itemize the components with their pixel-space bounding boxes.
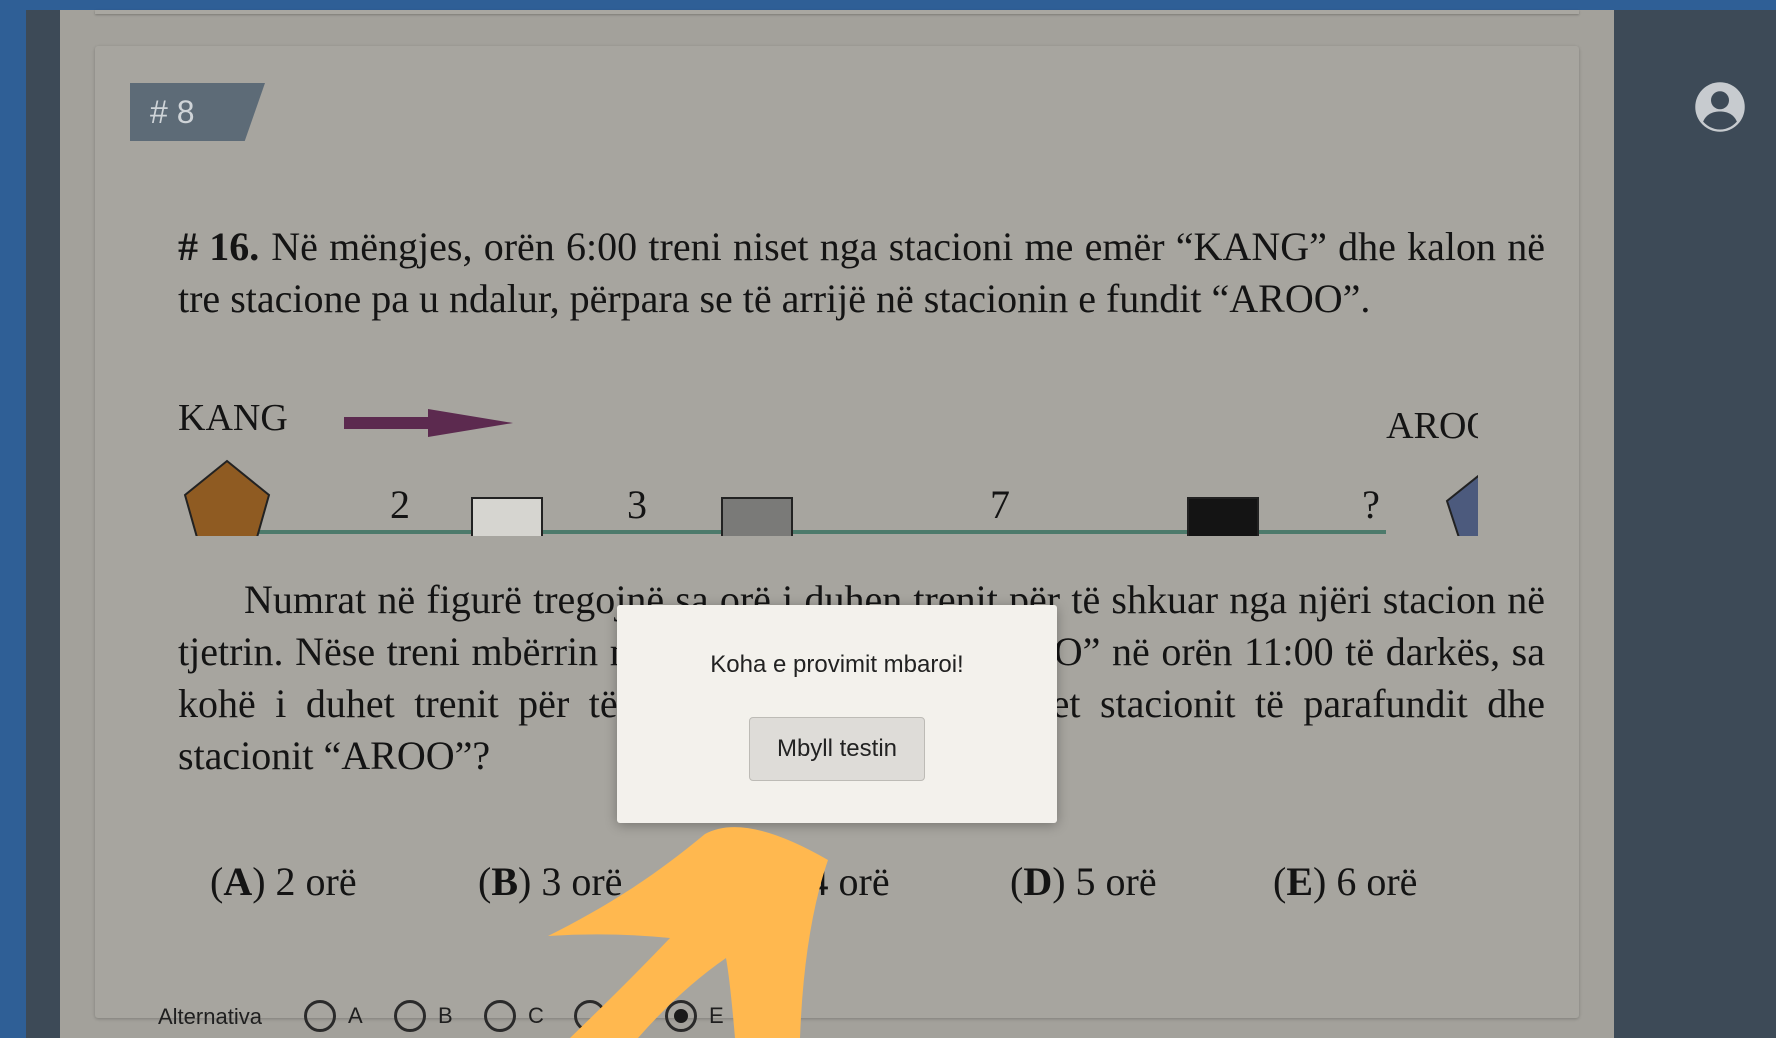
direction-arrow xyxy=(344,409,513,437)
segment-label: 2 xyxy=(390,482,410,527)
answer-selector-label: Alternativa xyxy=(158,1004,262,1029)
segment-label: 7 xyxy=(990,482,1010,527)
answer-option: (A) 2 orë xyxy=(210,859,357,904)
previous-question-card xyxy=(95,10,1579,14)
end-station-label: AROO xyxy=(1386,405,1478,447)
answer-option: (D) 5 orë xyxy=(1010,859,1157,904)
segment-label: 3 xyxy=(627,482,647,527)
exam-ended-dialog: Koha e provimit mbaroi! Mbyll testin xyxy=(617,605,1057,823)
station-gray-square xyxy=(721,497,793,536)
station-white-square xyxy=(471,497,543,536)
radio-circle[interactable] xyxy=(394,1000,426,1032)
pointer-arrow-icon xyxy=(548,827,828,1038)
question-intro: Në mëngjes, orën 6:00 treni niset nga st… xyxy=(178,224,1545,321)
question-text: # 16. Në mëngjes, orën 6:00 treni niset n… xyxy=(178,221,1545,325)
radio-circle[interactable] xyxy=(484,1000,516,1032)
answer-option: (E) 6 orë xyxy=(1273,859,1418,904)
station-black-square xyxy=(1187,497,1259,536)
question-badge: # 8 xyxy=(130,83,265,141)
start-station-label: KANG xyxy=(178,397,288,439)
start-station-pentagon xyxy=(183,459,271,536)
account-circle-icon[interactable] xyxy=(1693,80,1747,134)
question-number: # 16. xyxy=(178,224,260,269)
end-station-pentagon xyxy=(1445,474,1478,536)
segment-label: ? xyxy=(1362,482,1380,527)
radio-circle[interactable] xyxy=(304,1000,336,1032)
dialog-message: Koha e provimit mbaroi! xyxy=(710,651,964,678)
train-route-figure: KANG AROO 2 3 7 ? xyxy=(178,397,1478,536)
right-sidebar xyxy=(1614,10,1776,1038)
close-test-button[interactable]: Mbyll testin xyxy=(749,717,925,781)
left-strip xyxy=(26,10,60,1038)
